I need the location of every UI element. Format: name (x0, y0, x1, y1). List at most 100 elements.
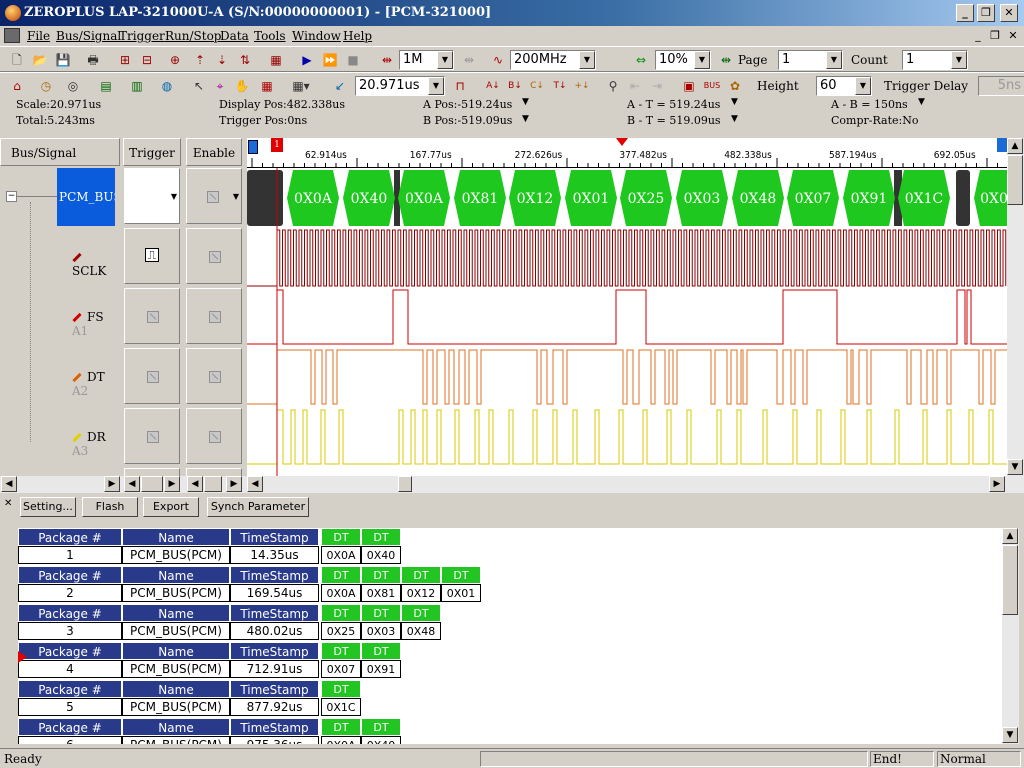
open-folder-icon[interactable]: 📂 (31, 51, 49, 69)
cursor-icon[interactable]: ⌖ (211, 77, 229, 95)
signal-swap-icon[interactable]: ⇅ (236, 51, 254, 69)
search-next-icon[interactable]: ⇥ (648, 77, 666, 95)
bus-edit-icon[interactable]: ⊟ (138, 51, 156, 69)
filter-icon[interactable]: ▦ (258, 77, 276, 95)
a-bar-icon[interactable]: A↓ (484, 77, 502, 95)
scroll-up-button[interactable]: ▲ (1007, 138, 1023, 154)
document-icon[interactable] (4, 28, 20, 43)
grid-icon[interactable]: ▤ (97, 77, 115, 95)
mdi-close-button[interactable]: ✕ (1005, 29, 1021, 43)
mdi-restore-button[interactable]: ❐ (987, 29, 1003, 43)
memory-split-icon[interactable]: ⇹ (460, 51, 478, 69)
trigger-scroll-left[interactable]: ◀ (124, 476, 140, 492)
signal-row-sclk[interactable]: SCLK (72, 250, 120, 278)
trigger-cell-dt[interactable] (124, 348, 180, 404)
mdi-minimize-button[interactable]: _ (970, 29, 986, 43)
time-select[interactable]: 20.971us ▼ (355, 76, 445, 96)
wave-scroll-left[interactable]: ◀ (247, 476, 263, 492)
collapse-icon[interactable]: − (6, 191, 17, 202)
table-scroll-down[interactable]: ▼ (1002, 727, 1018, 743)
bus-icon[interactable]: BUS (703, 77, 721, 95)
waveform-icon[interactable]: ⊓ (451, 77, 469, 95)
trigger-cell-bus[interactable]: ▼ (124, 168, 180, 224)
signal-row-dr[interactable]: DR A3 (72, 430, 120, 458)
menu-file[interactable]: File (27, 29, 50, 43)
trigger-delay-field[interactable]: 5ns (978, 76, 1024, 96)
save-icon[interactable]: 💾 (54, 51, 72, 69)
height-select[interactable]: 60 ▼ (816, 76, 872, 96)
a-pos-dropdown[interactable]: ▼ (522, 97, 529, 107)
search-prev-icon[interactable]: ⇤ (626, 77, 644, 95)
frequency-select[interactable]: 200MHz ▼ (510, 50, 596, 70)
menu-window[interactable]: Window (292, 29, 341, 43)
clock-icon[interactable]: ◷ (37, 77, 55, 95)
trigger-scroll-right[interactable]: ▶ (164, 476, 180, 492)
binoculars-icon[interactable]: ⚲ (604, 77, 622, 95)
waveform-vertical-scrollbar[interactable]: ▲ ▼ (1007, 138, 1024, 476)
table-icon[interactable]: ▥ (128, 77, 146, 95)
export-button[interactable]: Export (143, 497, 199, 517)
menu-trigger[interactable]: Trigger (119, 29, 165, 43)
run-repeat-icon[interactable]: ⏩ (321, 51, 339, 69)
panel-close-icon[interactable]: ✕ (4, 498, 12, 509)
memory-icon[interactable]: ⇹ (378, 51, 396, 69)
packet-table-scrollbar[interactable]: ▲ ▼ (1002, 528, 1019, 744)
display-mode-icon[interactable]: ▦▾ (292, 77, 310, 95)
bus-tool-icon[interactable]: ⊞ (116, 51, 134, 69)
signal-add-icon[interactable]: ⊕ (166, 51, 184, 69)
restore-button[interactable]: ❐ (977, 4, 995, 22)
zoom-select[interactable]: 10% ▼ (655, 50, 711, 70)
enable-cell-dt[interactable] (186, 348, 242, 404)
menu-run-stop[interactable]: Run/Stop (165, 29, 221, 43)
menu-bus-signal[interactable]: Bus/Signal (56, 29, 121, 43)
menu-data[interactable]: Data (220, 29, 249, 43)
minimize-button[interactable]: _ (956, 4, 974, 22)
flash-button[interactable]: Flash (82, 497, 138, 517)
sample-depth-select[interactable]: 1M ▼ (399, 50, 454, 70)
scroll-down-button[interactable]: ▼ (1007, 459, 1023, 475)
table-scroll-up[interactable]: ▲ (1002, 528, 1018, 544)
new-file-icon[interactable]: 🗋 (8, 51, 26, 69)
b-pos-dropdown[interactable]: ▼ (522, 114, 529, 124)
enable-cell-dr[interactable] (186, 408, 242, 464)
synch-parameter-button[interactable]: Synch Parameter (207, 497, 309, 517)
t-bar-icon[interactable]: T↓ (551, 77, 569, 95)
arrow-down-left-icon[interactable]: ↙ (331, 77, 349, 95)
trigger-cell-fs[interactable] (124, 288, 180, 344)
a-t-dropdown[interactable]: ▼ (731, 97, 738, 107)
signal-row-fs[interactable]: FS A1 (72, 310, 120, 338)
siglist-scroll-left[interactable]: ◀ (1, 476, 17, 492)
home-icon[interactable]: ⌂ (8, 77, 26, 95)
table-scroll-thumb[interactable] (1002, 545, 1018, 615)
pointer-icon[interactable]: ↖ (190, 77, 208, 95)
close-button[interactable]: ✕ (1000, 4, 1018, 22)
enable-cell-bus[interactable]: ▼ (186, 168, 242, 224)
bus-row-pcm-bus[interactable]: PCM_BUS( (57, 168, 115, 226)
run-icon[interactable]: ▶ (298, 51, 316, 69)
page-select[interactable]: 1 ▼ (778, 50, 843, 70)
enable-cell-sclk[interactable] (186, 228, 242, 284)
trigger-cell-sclk[interactable]: ⎍ (124, 228, 180, 284)
trigger-cell-dr[interactable] (124, 408, 180, 464)
time-ruler[interactable]: 1 62.914us 167.77us 272.626us 377.482us 482.… (247, 138, 1007, 168)
c-bar-icon[interactable]: C↓ (528, 77, 546, 95)
scroll-thumb[interactable] (1007, 155, 1023, 205)
signal-row-dt[interactable]: DT A2 (72, 370, 120, 398)
add-bar-icon[interactable]: +↓ (573, 77, 591, 95)
enable-scroll-left[interactable]: ◀ (187, 476, 203, 492)
print-icon[interactable]: 🖶 (84, 51, 102, 69)
enable-scroll-right[interactable]: ▶ (226, 476, 242, 492)
wave-scroll-right[interactable]: ▶ (989, 476, 1005, 492)
a-b-dropdown[interactable]: ▼ (918, 97, 925, 107)
packet-table[interactable]: Package #1 Name PCM_BUS(PCM) TimeStamp 14.35… (18, 528, 1002, 744)
globe-icon[interactable]: ◍ (158, 77, 176, 95)
stop-icon[interactable]: ■ (344, 51, 362, 69)
module-icon[interactable]: ▣ (680, 77, 698, 95)
hand-icon[interactable]: ✋ (233, 77, 251, 95)
setting-button[interactable]: Setting... (20, 497, 76, 517)
signal-down-icon[interactable]: ⇣ (213, 51, 231, 69)
palette-icon[interactable]: ✿ (726, 77, 744, 95)
menu-tools[interactable]: Tools (254, 29, 286, 43)
enable-cell-fs[interactable] (186, 288, 242, 344)
zoom-fit-icon[interactable]: ⇔ (632, 51, 650, 69)
